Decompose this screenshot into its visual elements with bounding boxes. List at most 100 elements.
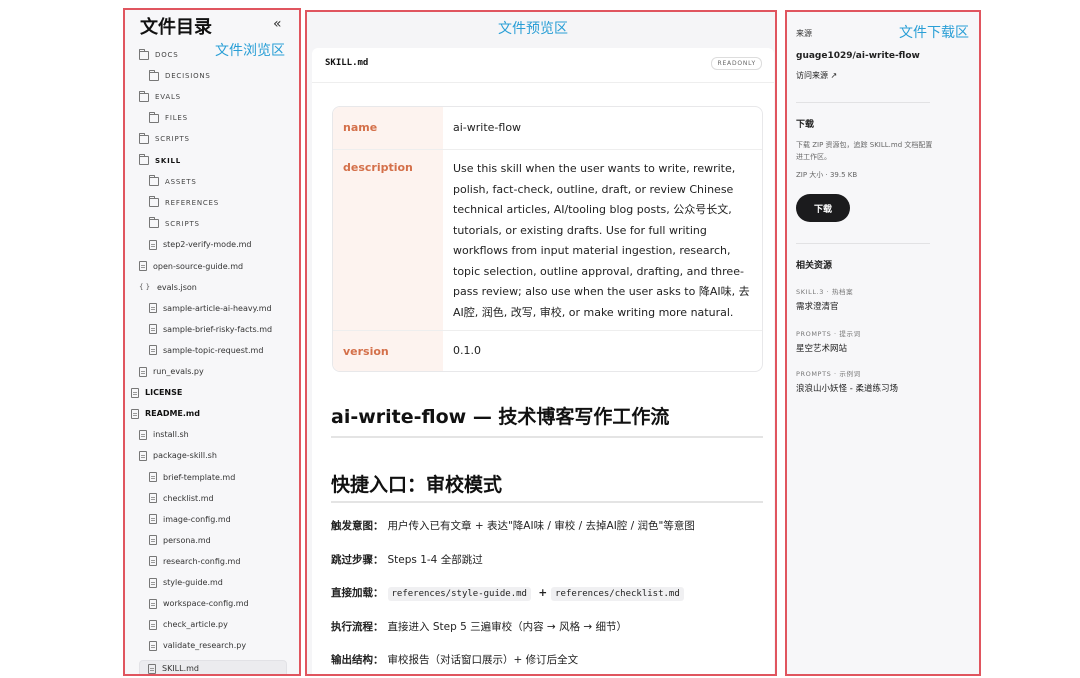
doc-heading-2: 快捷入口：审校模式 — [331, 474, 503, 496]
tree-item-label: SCRIPTS — [165, 219, 200, 228]
file-icon — [149, 239, 157, 250]
visit-source-link[interactable]: 访问来源 ↗ — [796, 70, 837, 81]
meta-value-name: ai-write-flow — [453, 121, 522, 134]
doc-heading-1: ai-write-flow — 技术博客写作工作流 — [331, 406, 670, 428]
tree-item[interactable]: check_article.py — [149, 618, 228, 632]
tree-item[interactable]: image-config.md — [149, 512, 231, 526]
download-panel: 文件下载区 来源 guage1029/ai-write-flow 访问来源 ↗ … — [785, 10, 981, 676]
paragraph-trigger: 触发意图： 用户传入已有文章 + 表达"降AI味 / 审校 / 去掉AI腔 / 润… — [331, 518, 695, 533]
tree-item[interactable]: SCRIPTS — [139, 132, 190, 146]
tree-item[interactable]: step2-verify-mode.md — [149, 238, 252, 252]
tree-item[interactable]: brief-template.md — [149, 470, 235, 484]
related-link[interactable]: 需求澄清官 — [796, 300, 839, 312]
related-link[interactable]: 星空艺术网站 — [796, 342, 847, 354]
file-icon — [149, 640, 157, 651]
inline-code: references/style-guide.md — [387, 587, 531, 601]
tree-item-label: EVALS — [155, 93, 181, 102]
related-link[interactable]: 浪浪山小妖怪 - 柔道练习场 — [796, 382, 898, 394]
folder-icon — [149, 111, 159, 123]
zip-size: ZIP 大小 · 39.5 KB — [796, 171, 858, 179]
tree-item-label: sample-brief-risky-facts.md — [163, 324, 273, 334]
download-zone-label: 文件下载区 — [899, 25, 969, 41]
tree-item[interactable]: { } evals.json — [139, 280, 197, 294]
tree-item[interactable]: package-skill.sh — [139, 449, 217, 463]
meta-key-description: description — [333, 150, 443, 330]
tree-item-label: DOCS — [155, 51, 179, 59]
folder-icon — [139, 90, 149, 102]
file-icon — [149, 472, 157, 482]
related-caption: SKILL.3 · 热档案 — [796, 288, 854, 296]
tree-item[interactable]: ASSETS — [149, 175, 197, 189]
paragraph-output: 输出结构： 审校报告（对话窗口展示）+ 修订后全文 — [331, 652, 578, 667]
folder-icon — [149, 175, 159, 187]
related-caption: PROMPTS · 提示词 — [796, 330, 861, 338]
tree-item[interactable]: FILES — [149, 111, 188, 125]
folder-icon — [149, 69, 159, 81]
source-title: 来源 — [796, 29, 812, 38]
folder-icon — [149, 196, 159, 208]
plus-sign: + — [538, 587, 548, 599]
meta-key-version: version — [333, 331, 443, 371]
tree-item[interactable]: LICENSE — [131, 386, 182, 400]
tree-item-label: workspace-config.md — [163, 599, 249, 609]
tree-item-label: ASSETS — [165, 177, 197, 186]
tree-item[interactable]: sample-topic-request.md — [149, 343, 263, 357]
tree-item[interactable]: sample-article-ai-heavy.md — [149, 301, 272, 315]
download-button[interactable]: 下载 — [796, 194, 850, 222]
tree-item[interactable]: run_evals.py — [139, 365, 204, 379]
preview-zone-label: 文件预览区 — [498, 21, 568, 37]
download-description: 下载 ZIP 资源包，追踪 SKILL.md 文档配置进工作区。 — [796, 141, 933, 161]
tree-item[interactable]: sample-brief-risky-facts.md — [149, 322, 272, 336]
file-icon — [139, 429, 147, 440]
tree-item[interactable]: DECISIONS — [149, 69, 211, 83]
file-icon — [149, 535, 157, 546]
tree-item-label: persona.md — [163, 535, 211, 545]
tree-item-label: DECISIONS — [165, 72, 211, 81]
file-icon — [149, 303, 157, 314]
folder-icon — [139, 48, 149, 60]
related-title: 相关资源 — [796, 261, 833, 271]
tree-item[interactable]: EVALS — [139, 90, 181, 104]
tree-item[interactable]: SCRIPTS — [149, 217, 200, 231]
tree-item-label: FILES — [165, 114, 188, 123]
tree-item-label: SKILL.md — [162, 664, 200, 674]
tree-item[interactable]: checklist.md — [149, 491, 214, 505]
tree-item[interactable]: persona.md — [149, 533, 211, 547]
file-icon — [139, 261, 147, 271]
tree-item-label: install.sh — [153, 430, 189, 440]
tree-item[interactable]: workspace-config.md — [149, 597, 249, 611]
tree-item[interactable]: research-config.md — [149, 554, 240, 568]
tree-item[interactable]: SKILL.md — [139, 659, 287, 674]
source-repo: guage1029/ai-write-flow — [796, 51, 920, 61]
tree-item[interactable]: open-source-guide.md — [139, 259, 243, 273]
collapse-sidebar-icon[interactable]: « — [273, 16, 282, 32]
file-icon — [148, 663, 156, 674]
download-title: 下载 — [796, 120, 815, 130]
tree-item-label: LICENSE — [145, 388, 183, 398]
paragraph-skip: 跳过步骤： Steps 1-4 全部跳过 — [331, 552, 483, 567]
paragraph-label: 触发意图： — [331, 520, 384, 532]
preview-card: SKILL.md READONLY name ai-write-flow des… — [312, 48, 774, 674]
tree-item-label: brief-template.md — [163, 472, 236, 482]
header-divider — [312, 82, 774, 83]
tree-item[interactable]: style-guide.md — [149, 576, 223, 590]
preview-panel: 文件预览区 SKILL.md READONLY name ai-write-fl… — [305, 10, 777, 676]
preview-filename: SKILL.md — [325, 58, 369, 68]
tree-item-label: step2-verify-mode.md — [163, 240, 252, 250]
section-divider — [796, 102, 930, 103]
tree-item[interactable]: DOCS — [139, 48, 178, 62]
tree-item[interactable]: REFERENCES — [149, 196, 219, 210]
tree-item[interactable]: install.sh — [139, 428, 189, 442]
file-icon — [139, 450, 147, 461]
inline-code: references/checklist.md — [551, 587, 684, 601]
frontmatter-table: name ai-write-flow description Use this … — [332, 106, 763, 372]
tree-item[interactable]: SKILL — [139, 154, 181, 168]
tree-item[interactable]: validate_research.py — [149, 639, 246, 653]
paragraph-text: 直接进入 Step 5 三遍审校（内容 → 风格 → 细节） — [387, 621, 628, 633]
tree-item[interactable]: README.md — [131, 407, 200, 421]
paragraph-text: 用户传入已有文章 + 表达"降AI味 / 审校 / 去掉AI腔 / 润色"等意图 — [387, 520, 695, 532]
file-icon: { } — [139, 282, 151, 291]
meta-value-description: Use this skill when the user wants to wr… — [453, 162, 750, 319]
tree-item-label: open-source-guide.md — [153, 261, 244, 271]
tree-item-label: sample-article-ai-heavy.md — [163, 303, 272, 313]
